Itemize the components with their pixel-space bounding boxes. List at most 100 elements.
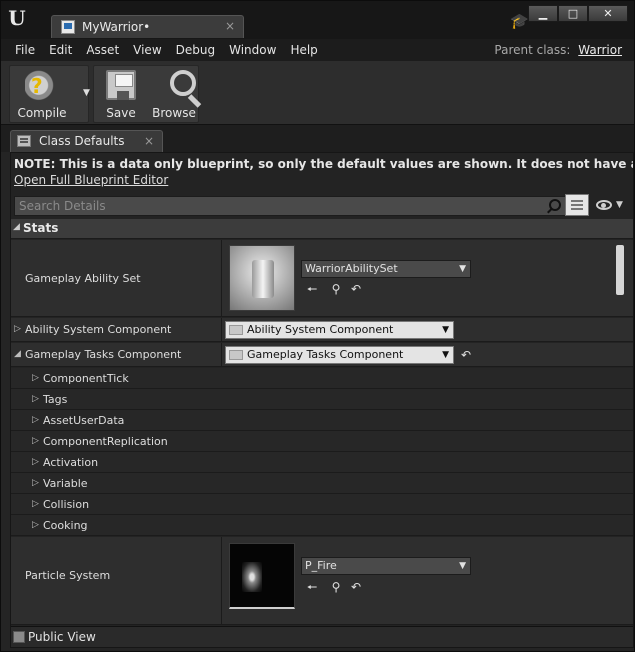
particle-system-thumbnail[interactable] [229,543,295,609]
document-tab-label: MyWarrior• [82,20,151,34]
expand-arrow-icon[interactable]: ▷ [14,324,21,334]
menu-asset[interactable]: Asset [79,39,126,61]
component-icon [229,325,243,335]
list-item[interactable]: ▷ Collision [11,494,633,515]
search-box [14,196,568,216]
list-item[interactable]: ▷ Tags [11,389,633,410]
browse-label: Browse [152,106,196,120]
toolbar: Compile ▼ Save Browse [1,61,634,125]
menu-help[interactable]: Help [283,39,324,61]
vertical-scrollbar[interactable] [616,245,624,295]
data-only-note: NOTE: This is a data only blueprint, so … [14,157,633,171]
property-row-gameplay-tasks-component: ◢ Gameplay Tasks Component Gameplay Task… [11,343,633,367]
combo-chevron-down-icon: ▼ [459,561,466,571]
save-button[interactable]: Save [96,66,146,124]
property-matrix-button[interactable] [565,194,589,216]
subcategory-label: ComponentTick [43,372,129,385]
expand-arrow-icon: ▷ [32,478,39,488]
compile-status-icon [25,70,59,104]
particle-system-label: Particle System [25,569,111,582]
learn-icon[interactable]: 🎓 [510,13,529,29]
minimize-button[interactable]: ▁ [528,5,558,22]
column-divider[interactable] [221,343,222,366]
expand-arrow-icon: ▷ [32,415,39,425]
browse-to-asset-icon[interactable]: ⚲ [329,282,343,296]
window-controls: ▁ □ ✕ [528,5,628,22]
column-divider[interactable] [221,318,222,341]
list-item[interactable]: ▷ Cooking [11,515,633,536]
close-window-button[interactable]: ✕ [588,5,628,22]
menu-view[interactable]: View [126,39,168,61]
gameplay-tasks-component-combo[interactable]: Gameplay Tasks Component ▼ [225,346,454,364]
category-stats-header[interactable]: ◢ Stats [11,219,633,239]
property-row-ability-system-component: ▷ Ability System Component Ability Syste… [11,318,633,342]
public-view-checkbox[interactable] [13,631,25,643]
maximize-button[interactable]: □ [558,5,588,22]
open-full-blueprint-editor-link[interactable]: Open Full Blueprint Editor [14,173,168,187]
list-item[interactable]: ▷ AssetUserData [11,410,633,431]
menu-bar: File Edit Asset View Debug Window Help P… [1,39,634,61]
compile-group: Compile ▼ [9,65,90,124]
particle-system-combo[interactable]: P_Fire ▼ [301,557,471,575]
menu-debug[interactable]: Debug [169,39,222,61]
reset-to-default-icon[interactable]: ↶ [349,580,363,594]
browse-button[interactable]: Browse [148,66,200,124]
ability-set-thumbnail[interactable] [229,245,295,311]
title-bar[interactable]: U MyWarrior• × 🎓 ▁ □ ✕ [1,1,634,39]
gameplay-ability-set-combo[interactable]: WarriorAbilitySet ▼ [301,260,471,278]
list-item[interactable]: ▷ ComponentTick [11,368,633,389]
gameplay-ability-set-value: WarriorAbilitySet [305,262,398,275]
tab-class-defaults[interactable]: Class Defaults × [10,130,163,152]
expand-arrow-icon: ▷ [32,436,39,446]
column-divider[interactable] [221,537,222,624]
tab-class-defaults-label: Class Defaults [39,134,125,148]
expand-arrow-icon: ▷ [32,520,39,530]
gameplay-tasks-component-value: Gameplay Tasks Component [247,348,404,361]
class-defaults-icon [17,135,31,147]
gameplay-ability-set-label: Gameplay Ability Set [25,272,141,285]
view-options-chevron-down-icon[interactable]: ▼ [616,200,623,210]
browse-to-asset-icon[interactable]: ⚲ [329,580,343,594]
subcategory-label: Cooking [43,519,88,532]
search-icon[interactable] [549,199,561,211]
menu-edit[interactable]: Edit [42,39,79,61]
tab-close-icon[interactable]: × [144,134,154,148]
parent-class-label: Parent class: [494,43,571,57]
unreal-logo-icon: U [8,6,26,30]
subcategory-label: Tags [43,393,68,406]
list-item[interactable]: ▷ Variable [11,473,633,494]
subcategory-label: Collision [43,498,90,511]
collapse-arrow-icon[interactable]: ◢ [14,349,21,359]
reset-to-default-icon[interactable]: ↶ [459,348,473,362]
gameplay-tasks-component-label: Gameplay Tasks Component [25,348,182,361]
column-divider[interactable] [221,240,222,316]
document-tab-close-icon[interactable]: × [225,19,235,33]
use-selected-arrow-icon[interactable]: 🠔 [305,282,319,296]
category-stats-label: Stats [23,221,59,235]
list-item[interactable]: ▷ ComponentReplication [11,431,633,452]
menu-file[interactable]: File [1,39,42,61]
parent-class-link[interactable]: Warrior [578,43,622,57]
details-panel: NOTE: This is a data only blueprint, so … [10,152,634,648]
view-options-eye-icon[interactable] [596,200,612,210]
menu-window[interactable]: Window [222,39,283,61]
reset-to-default-icon[interactable]: ↶ [349,282,363,296]
search-details-input[interactable] [15,197,535,215]
subcategory-label: ComponentReplication [43,435,168,448]
compile-button[interactable]: Compile [10,66,74,124]
use-selected-arrow-icon[interactable]: 🠔 [305,580,319,594]
property-row-gameplay-ability-set: Gameplay Ability Set WarriorAbilitySet ▼… [11,240,633,317]
list-item[interactable]: ▷ Activation [11,452,633,473]
collapse-arrow-icon: ◢ [13,222,20,232]
blueprint-icon [61,20,75,34]
expand-arrow-icon: ▷ [32,373,39,383]
public-view-label: Public View [28,630,96,644]
combo-chevron-down-icon: ▼ [459,264,466,274]
combo-chevron-down-icon: ▼ [442,350,449,360]
asset-group: Save Browse [93,65,199,123]
compile-options-chevron-down-icon[interactable]: ▼ [83,88,90,98]
document-tab-mywarrior[interactable]: MyWarrior• × [51,15,244,38]
combo-chevron-down-icon: ▼ [442,325,449,335]
ability-system-component-combo[interactable]: Ability System Component ▼ [225,321,454,339]
expand-arrow-icon: ▷ [32,499,39,509]
